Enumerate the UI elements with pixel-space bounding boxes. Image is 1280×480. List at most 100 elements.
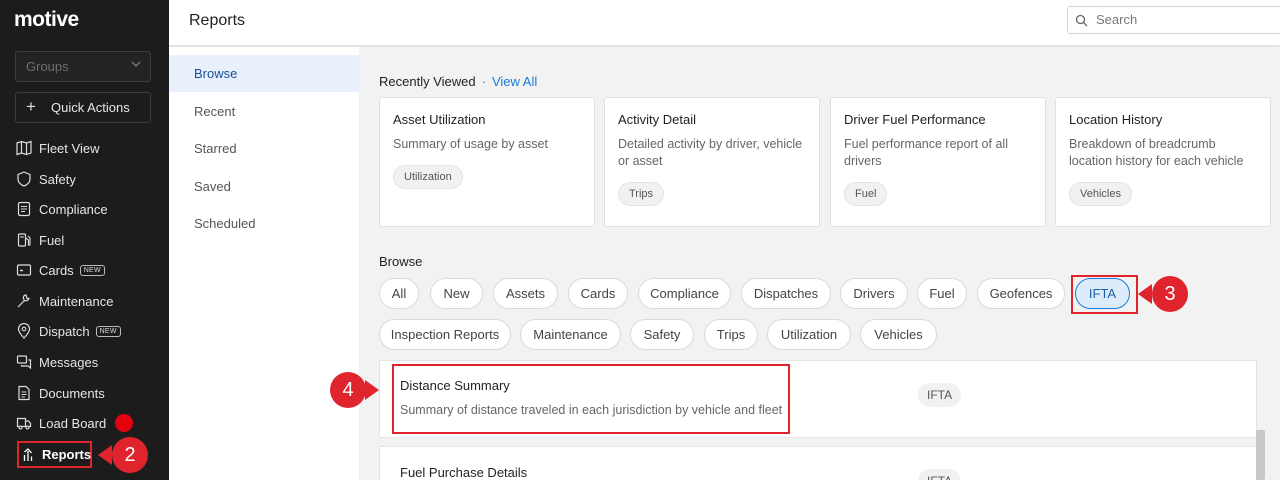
sidebar-item-label: Compliance — [39, 201, 108, 217]
separator: · — [481, 74, 486, 89]
sidebar-item-compliance[interactable]: Compliance — [16, 198, 156, 220]
recent-card[interactable]: Asset Utilization Summary of usage by as… — [379, 97, 595, 227]
search-icon — [1075, 14, 1088, 27]
groups-placeholder: Groups — [26, 59, 69, 74]
page-title: Reports — [189, 12, 246, 29]
clipboard-icon — [16, 201, 32, 217]
sidebar-item-label: Dispatch — [39, 323, 90, 339]
quick-actions-label: Quick Actions — [51, 100, 130, 115]
main-content: Recently Viewed · View All Asset Utilizati… — [359, 47, 1280, 480]
callout-2: 2 — [112, 437, 148, 473]
search-input[interactable] — [1096, 12, 1276, 27]
chip-compliance[interactable]: Compliance — [638, 278, 731, 309]
chat-icon — [16, 354, 32, 370]
report-tag: IFTA — [918, 469, 962, 480]
chevron-down-icon — [131, 61, 141, 67]
chip-inspection-reports[interactable]: Inspection Reports — [379, 319, 511, 350]
sidebar-item-load-board[interactable]: Load Board — [16, 412, 156, 434]
chip-new[interactable]: New — [430, 278, 483, 309]
card-description: Detailed activity by driver, vehicle or … — [618, 137, 803, 168]
callout-arrow — [365, 380, 379, 400]
document-icon — [16, 385, 32, 401]
browse-label: Browse — [379, 254, 423, 269]
plus-icon: + — [26, 97, 36, 116]
scrollbar[interactable] — [1256, 430, 1265, 480]
sidebar-item-fuel[interactable]: Fuel — [16, 229, 156, 251]
sidebar: motive Groups + Quick Actions Fleet View… — [0, 0, 169, 480]
card-title: Driver Fuel Performance — [844, 112, 986, 127]
chip-trips[interactable]: Trips — [704, 319, 758, 350]
groups-select[interactable]: Groups — [15, 51, 151, 82]
sidebar-item-label: Fleet View — [39, 140, 100, 156]
subnav-saved[interactable]: Saved — [169, 168, 359, 205]
sidebar-item-messages[interactable]: Messages — [16, 351, 156, 373]
sidebar-item-label: Safety — [39, 171, 76, 187]
subnav-starred[interactable]: Starred — [169, 130, 359, 167]
recent-card[interactable]: Location History Breakdown of breadcrumb… — [1055, 97, 1271, 227]
fuel-pump-icon — [16, 232, 32, 248]
chip-utilization[interactable]: Utilization — [767, 319, 851, 350]
chip-safety[interactable]: Safety — [630, 319, 694, 350]
shield-icon — [16, 171, 32, 187]
chip-fuel[interactable]: Fuel — [917, 278, 967, 309]
report-row[interactable]: Fuel Purchase Details IFTA — [379, 446, 1257, 480]
quick-actions-button[interactable]: + Quick Actions — [15, 92, 151, 123]
reports-icon — [23, 447, 36, 462]
sidebar-item-label: Load Board — [39, 415, 107, 431]
chip-cards[interactable]: Cards — [568, 278, 628, 309]
callout-arrow — [1138, 284, 1152, 304]
view-all-link[interactable]: View All — [492, 74, 537, 89]
chip-vehicles[interactable]: Vehicles — [860, 319, 937, 350]
sidebar-item-label: Documents — [39, 385, 105, 401]
sidebar-item-label: Fuel — [39, 232, 65, 248]
chip-maintenance[interactable]: Maintenance — [520, 319, 621, 350]
card-title: Activity Detail — [618, 112, 697, 127]
card-icon — [16, 262, 32, 278]
chip-assets[interactable]: Assets — [493, 278, 558, 309]
card-tag: Fuel — [844, 182, 888, 206]
sidebar-item-maintenance[interactable]: Maintenance — [16, 290, 156, 312]
ifta-highlight-box — [1071, 275, 1138, 314]
card-description: Breakdown of breadcrumb location history… — [1069, 137, 1244, 168]
subnav-recent[interactable]: Recent — [169, 93, 359, 130]
search-box[interactable] — [1067, 6, 1280, 34]
sidebar-item-dispatch[interactable]: Dispatch NEW — [16, 320, 156, 342]
report-tag: IFTA — [918, 383, 962, 407]
chip-all[interactable]: All — [379, 278, 419, 309]
reports-subnav: Browse Recent Starred Saved Scheduled — [169, 47, 359, 480]
wrench-icon — [16, 293, 32, 309]
callout-3: 3 — [1152, 276, 1188, 312]
sidebar-item-reports[interactable]: Reports — [17, 441, 92, 468]
motive-logo[interactable]: motive — [14, 8, 79, 32]
subnav-browse[interactable]: Browse — [169, 55, 359, 92]
recent-card[interactable]: Activity Detail Detailed activity by dri… — [604, 97, 820, 227]
sidebar-item-documents[interactable]: Documents — [16, 382, 156, 404]
new-badge: NEW — [79, 264, 105, 276]
card-description: Summary of usage by asset — [393, 137, 548, 151]
truck-icon — [16, 415, 32, 431]
recent-card[interactable]: Driver Fuel Performance Fuel performance… — [830, 97, 1046, 227]
card-tag: Trips — [618, 182, 665, 206]
map-icon — [16, 140, 32, 156]
card-tag: Utilization — [393, 165, 463, 189]
sidebar-item-safety[interactable]: Safety — [16, 168, 156, 190]
location-pin-icon — [16, 322, 32, 339]
report-title[interactable]: Fuel Purchase Details — [400, 465, 527, 480]
card-title: Asset Utilization — [393, 112, 486, 127]
sidebar-item-label: Reports — [42, 447, 92, 462]
card-description: Fuel performance report of all drivers — [844, 137, 1008, 168]
sidebar-item-cards[interactable]: Cards NEW — [16, 259, 156, 281]
sidebar-item-fleet-view[interactable]: Fleet View — [16, 137, 156, 159]
chip-drivers[interactable]: Drivers — [840, 278, 908, 309]
callout-arrow — [98, 445, 112, 465]
card-tag: Vehicles — [1069, 182, 1132, 206]
subnav-scheduled[interactable]: Scheduled — [169, 205, 359, 242]
callout-4: 4 — [330, 372, 366, 408]
sidebar-item-label: Cards — [39, 262, 74, 278]
distance-summary-highlight-box — [392, 364, 790, 434]
sidebar-item-label: Maintenance — [39, 293, 114, 309]
chip-geofences[interactable]: Geofences — [977, 278, 1065, 309]
card-title: Location History — [1069, 112, 1163, 127]
sidebar-item-label: Messages — [39, 354, 99, 370]
chip-dispatches[interactable]: Dispatches — [741, 278, 831, 309]
